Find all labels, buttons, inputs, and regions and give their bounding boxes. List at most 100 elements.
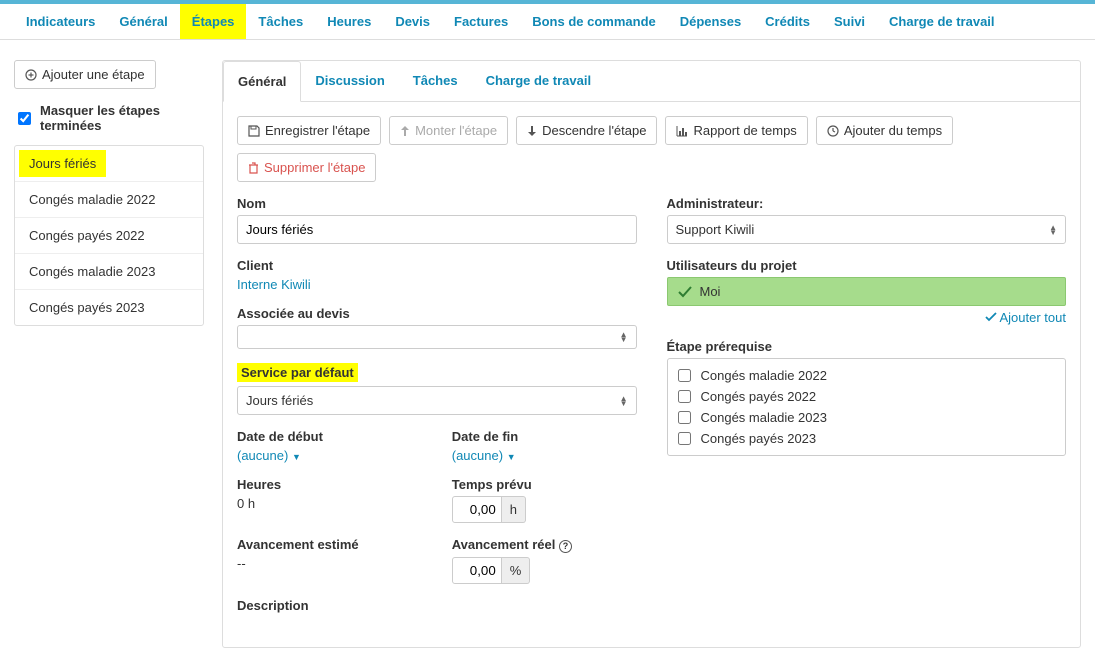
main-tab[interactable]: Devis bbox=[383, 4, 442, 39]
delete-button[interactable]: Supprimer l'étape bbox=[237, 153, 376, 182]
sub-tab[interactable]: Charge de travail bbox=[472, 61, 606, 101]
prereq-item[interactable]: Congés payés 2023 bbox=[678, 428, 1056, 449]
main-tab[interactable]: Suivi bbox=[822, 4, 877, 39]
prereq-checkbox[interactable] bbox=[678, 411, 691, 424]
step-item[interactable]: Congés payés 2023 bbox=[15, 290, 203, 325]
prereq-item[interactable]: Congés payés 2022 bbox=[678, 386, 1056, 407]
start-date-label: Date de début bbox=[237, 429, 422, 444]
start-date-picker[interactable]: (aucune) ▼ bbox=[237, 448, 301, 463]
hide-completed-label: Masquer les étapes terminées bbox=[40, 103, 204, 133]
admin-label: Administrateur: bbox=[667, 196, 1067, 211]
move-up-button[interactable]: Monter l'étape bbox=[389, 116, 508, 145]
move-up-label: Monter l'étape bbox=[415, 123, 497, 138]
planned-label: Temps prévu bbox=[452, 477, 637, 492]
select-arrows-icon: ▲▼ bbox=[620, 396, 628, 406]
main-tab[interactable]: Charge de travail bbox=[877, 4, 1007, 39]
sidebar: Ajouter une étape Masquer les étapes ter… bbox=[14, 60, 204, 648]
main-tab[interactable]: Général bbox=[107, 4, 179, 39]
name-label: Nom bbox=[237, 196, 637, 211]
client-link[interactable]: Interne Kiwili bbox=[237, 277, 311, 292]
main-tab[interactable]: Étapes bbox=[180, 4, 247, 39]
est-progress-label: Avancement estimé bbox=[237, 537, 422, 552]
trash-icon bbox=[248, 162, 259, 174]
step-item[interactable]: Congés maladie 2022 bbox=[15, 182, 203, 218]
prereq-checkbox[interactable] bbox=[678, 432, 691, 445]
arrow-down-icon bbox=[527, 125, 537, 137]
main-tab[interactable]: Dépenses bbox=[668, 4, 753, 39]
add-step-button[interactable]: Ajouter une étape bbox=[14, 60, 156, 89]
admin-value: Support Kiwili bbox=[676, 222, 755, 237]
main-tab[interactable]: Crédits bbox=[753, 4, 822, 39]
real-progress-unit: % bbox=[502, 557, 531, 584]
add-all-link[interactable]: Ajouter tout bbox=[985, 310, 1066, 325]
prereq-item[interactable]: Congés maladie 2023 bbox=[678, 407, 1056, 428]
main-tab[interactable]: Factures bbox=[442, 4, 520, 39]
quote-label: Associée au devis bbox=[237, 306, 637, 321]
toolbar: Enregistrer l'étape Monter l'étape Desce… bbox=[223, 102, 1080, 196]
prereq-list: Congés maladie 2022 Congés payés 2022 Cong… bbox=[667, 358, 1067, 456]
move-down-label: Descendre l'étape bbox=[542, 123, 646, 138]
main-tab[interactable]: Tâches bbox=[246, 4, 315, 39]
quote-select[interactable]: ▲▼ bbox=[237, 325, 637, 349]
time-report-button[interactable]: Rapport de temps bbox=[665, 116, 807, 145]
step-item[interactable]: Jours fériés bbox=[19, 150, 106, 177]
main-tab[interactable]: Heures bbox=[315, 4, 383, 39]
caret-down-icon: ▼ bbox=[292, 452, 301, 462]
description-label: Description bbox=[237, 598, 637, 613]
plus-circle-icon bbox=[25, 69, 37, 81]
arrow-up-icon bbox=[400, 125, 410, 137]
prereq-label: Congés payés 2023 bbox=[701, 431, 817, 446]
move-down-button[interactable]: Descendre l'étape bbox=[516, 116, 657, 145]
sub-tab-bar: GénéralDiscussionTâchesCharge de travail bbox=[223, 61, 1080, 102]
service-value: Jours fériés bbox=[246, 393, 313, 408]
add-time-label: Ajouter du temps bbox=[844, 123, 942, 138]
sub-tab[interactable]: Discussion bbox=[301, 61, 398, 101]
delete-label: Supprimer l'étape bbox=[264, 160, 365, 175]
save-button[interactable]: Enregistrer l'étape bbox=[237, 116, 381, 145]
add-time-button[interactable]: Ajouter du temps bbox=[816, 116, 953, 145]
main-panel: GénéralDiscussionTâchesCharge de travail… bbox=[222, 60, 1081, 648]
hours-value: 0 h bbox=[237, 496, 255, 511]
service-select[interactable]: Jours fériés ▲▼ bbox=[237, 386, 637, 415]
select-arrows-icon: ▲▼ bbox=[620, 332, 628, 342]
main-tab[interactable]: Bons de commande bbox=[520, 4, 668, 39]
hide-completed-row[interactable]: Masquer les étapes terminées bbox=[14, 103, 204, 133]
est-progress-value: -- bbox=[237, 556, 246, 571]
planned-unit: h bbox=[502, 496, 526, 523]
hide-completed-checkbox[interactable] bbox=[18, 112, 31, 125]
main-tab-bar: IndicateursGénéralÉtapesTâchesHeuresDevi… bbox=[0, 4, 1095, 40]
hours-label: Heures bbox=[237, 477, 422, 492]
caret-down-icon: ▼ bbox=[507, 452, 516, 462]
user-me-row[interactable]: Moi bbox=[667, 277, 1067, 306]
real-progress-input[interactable] bbox=[452, 557, 502, 584]
end-date-label: Date de fin bbox=[452, 429, 637, 444]
chart-bar-icon bbox=[676, 125, 688, 137]
real-progress-label: Avancement réel ? bbox=[452, 537, 637, 553]
check-icon bbox=[985, 310, 997, 325]
prereq-checkbox[interactable] bbox=[678, 369, 691, 382]
prereq-checkbox[interactable] bbox=[678, 390, 691, 403]
select-arrows-icon: ▲▼ bbox=[1049, 225, 1057, 235]
prereq-label: Congés maladie 2023 bbox=[701, 410, 827, 425]
name-input[interactable] bbox=[237, 215, 637, 244]
help-icon[interactable]: ? bbox=[559, 540, 572, 553]
end-date-picker[interactable]: (aucune) ▼ bbox=[452, 448, 516, 463]
admin-select[interactable]: Support Kiwili ▲▼ bbox=[667, 215, 1067, 244]
sub-tab[interactable]: Général bbox=[223, 61, 301, 102]
add-step-label: Ajouter une étape bbox=[42, 67, 145, 82]
step-item[interactable]: Congés maladie 2023 bbox=[15, 254, 203, 290]
sub-tab[interactable]: Tâches bbox=[399, 61, 472, 101]
time-report-label: Rapport de temps bbox=[693, 123, 796, 138]
check-icon bbox=[678, 286, 692, 298]
prereq-label: Étape prérequise bbox=[667, 339, 1067, 354]
clock-icon bbox=[827, 125, 839, 137]
client-label: Client bbox=[237, 258, 637, 273]
prereq-label: Congés maladie 2022 bbox=[701, 368, 827, 383]
prereq-item[interactable]: Congés maladie 2022 bbox=[678, 365, 1056, 386]
prereq-label: Congés payés 2022 bbox=[701, 389, 817, 404]
user-me-label: Moi bbox=[700, 284, 721, 299]
main-tab[interactable]: Indicateurs bbox=[14, 4, 107, 39]
step-item[interactable]: Congés payés 2022 bbox=[15, 218, 203, 254]
planned-input[interactable] bbox=[452, 496, 502, 523]
service-label: Service par défaut bbox=[237, 363, 358, 382]
